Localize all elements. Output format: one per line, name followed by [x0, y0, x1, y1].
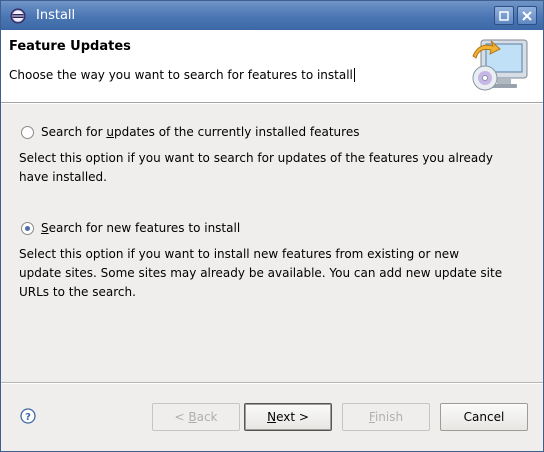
title-bar[interactable]: Install	[1, 1, 543, 30]
maximize-icon	[499, 11, 509, 21]
back-button[interactable]: < Back	[152, 403, 240, 431]
update-wizard-icon	[463, 36, 533, 96]
option-search-updates[interactable]: Search for updates of the currently inst…	[21, 125, 359, 139]
close-icon	[522, 11, 532, 21]
option-description: Select this option if you want to instal…	[19, 247, 503, 299]
option-description: Select this option if you want to search…	[19, 151, 493, 184]
help-icon[interactable]: ?	[20, 408, 36, 424]
option-search-new-features[interactable]: Search for new features to install	[21, 221, 240, 235]
radio-search-updates[interactable]	[21, 125, 34, 139]
close-button[interactable]	[517, 6, 537, 25]
next-button[interactable]: Next >	[244, 403, 332, 431]
window-title: Install	[36, 8, 76, 23]
radio-search-new-features[interactable]	[21, 221, 34, 235]
install-dialog: Install Feature Updates Choose the way y…	[0, 0, 544, 452]
wizard-header: Feature Updates Choose the way you want …	[1, 30, 543, 102]
option-label[interactable]: Search for updates of the currently inst…	[41, 125, 359, 139]
maximize-button[interactable]	[494, 6, 514, 25]
page-title: Feature Updates	[9, 39, 131, 54]
cancel-button[interactable]: Cancel	[440, 403, 528, 431]
eclipse-icon	[10, 8, 26, 24]
option-label[interactable]: Search for new features to install	[41, 221, 240, 235]
svg-text:?: ?	[25, 412, 31, 423]
page-description: Choose the way you want to search for fe…	[9, 68, 355, 82]
finish-button[interactable]: Finish	[342, 403, 430, 431]
